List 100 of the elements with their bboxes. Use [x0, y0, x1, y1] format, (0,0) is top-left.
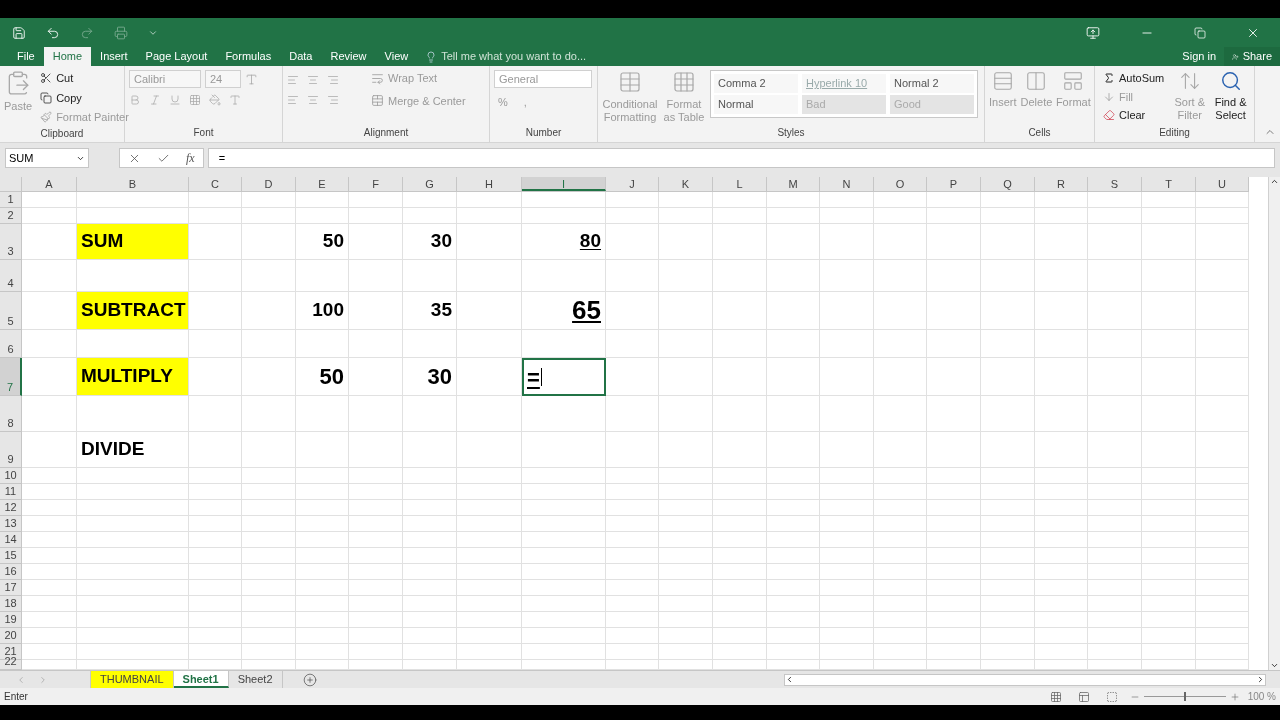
vertical-scrollbar[interactable]	[1268, 177, 1280, 670]
column-header[interactable]: T	[1142, 177, 1196, 191]
formula-field[interactable]: =	[207, 148, 1275, 168]
row-header[interactable]: 4	[0, 260, 22, 292]
column-header[interactable]: J	[606, 177, 659, 191]
row-header[interactable]: 13	[0, 516, 22, 532]
row-header[interactable]: 14	[0, 532, 22, 548]
column-header[interactable]: M	[767, 177, 820, 191]
sign-in-link[interactable]: Sign in	[1174, 47, 1224, 66]
column-header[interactable]: D	[242, 177, 296, 191]
font-color-icon[interactable]	[229, 94, 241, 106]
table-cell[interactable]: MULTIPLY	[77, 358, 189, 396]
ribbon-tab[interactable]: Review	[321, 47, 376, 66]
row-header[interactable]: 3	[0, 224, 22, 260]
find-select-button[interactable]: Find & Select	[1211, 70, 1250, 122]
column-header[interactable]: N	[820, 177, 874, 191]
border-icon[interactable]	[189, 94, 201, 106]
row-header[interactable]: 8	[0, 396, 22, 432]
row-header[interactable]: 18	[0, 596, 22, 612]
column-header[interactable]: E	[296, 177, 349, 191]
row-header[interactable]: 19	[0, 612, 22, 628]
table-cell[interactable]: 50	[296, 358, 349, 396]
save-icon[interactable]	[12, 25, 26, 40]
fill-color-icon[interactable]	[209, 94, 221, 106]
column-header[interactable]: F	[349, 177, 403, 191]
column-header[interactable]: O	[874, 177, 927, 191]
ribbon-tab[interactable]: Home	[43, 47, 92, 66]
tell-me-field[interactable]: Tell me what you want to do...	[425, 47, 612, 66]
cell-style[interactable]: Normal 2	[890, 74, 974, 93]
ribbon-tab[interactable]: File	[8, 47, 44, 66]
align-right-icon[interactable]	[327, 94, 339, 106]
table-cell[interactable]: 30	[403, 358, 457, 396]
italic-icon[interactable]	[149, 94, 161, 106]
table-cell[interactable]: SUM	[77, 224, 189, 260]
row-header[interactable]: 9	[0, 432, 22, 468]
row-header[interactable]: 17	[0, 580, 22, 596]
table-cell[interactable]: SUBTRACT	[77, 292, 189, 330]
row-header[interactable]: 15	[0, 548, 22, 564]
align-top-icon[interactable]	[287, 74, 299, 86]
table-cell[interactable]: =	[522, 358, 606, 396]
undo-icon[interactable]	[46, 25, 60, 40]
column-header[interactable]: A	[22, 177, 77, 191]
column-header[interactable]: K	[659, 177, 713, 191]
clear-button[interactable]: Clear	[1099, 107, 1169, 124]
table-cell[interactable]: 35	[403, 292, 457, 330]
row-header[interactable]: 5	[0, 292, 22, 330]
row-header[interactable]: 7	[0, 358, 22, 396]
table-cell[interactable]: 80	[522, 224, 606, 260]
align-center-icon[interactable]	[307, 94, 319, 106]
zoom-thumb[interactable]	[1183, 692, 1186, 701]
ribbon-tab[interactable]: Formulas	[216, 47, 281, 66]
column-header[interactable]: G	[403, 177, 457, 191]
grow-font-icon[interactable]	[245, 72, 258, 86]
ribbon-tab[interactable]: View	[375, 47, 418, 66]
horizontal-scrollbar[interactable]	[784, 673, 1266, 686]
column-header[interactable]: B	[77, 177, 189, 191]
cell-style[interactable]: Normal	[714, 95, 798, 114]
row-header[interactable]: 10	[0, 468, 22, 484]
name-box[interactable]: SUM	[5, 148, 89, 168]
new-sheet-icon[interactable]	[302, 672, 317, 687]
row-header[interactable]: 11	[0, 484, 22, 500]
row-header[interactable]: 2	[0, 208, 22, 224]
column-header[interactable]: P	[927, 177, 981, 191]
page-layout-view-icon[interactable]	[1077, 690, 1090, 703]
zoom-in-icon[interactable]	[1229, 691, 1240, 702]
sheet-tab[interactable]: Sheet1	[173, 671, 229, 688]
ribbon-display-icon[interactable]	[1086, 25, 1100, 40]
row-header[interactable]: 20	[0, 628, 22, 644]
sheet-tab[interactable]: THUMBNAIL	[91, 671, 174, 688]
ribbon-tab[interactable]: Page Layout	[136, 47, 217, 66]
column-header[interactable]: I	[522, 177, 606, 191]
cell-style[interactable]: Comma 2	[714, 74, 798, 93]
table-cell[interactable]: DIVIDE	[77, 432, 189, 468]
insert-function-button[interactable]: fx	[186, 149, 195, 167]
align-middle-icon[interactable]	[307, 74, 319, 86]
copy-button[interactable]: Copy	[36, 89, 133, 106]
table-cell[interactable]: 65	[522, 292, 606, 330]
column-header[interactable]: U	[1196, 177, 1249, 191]
table-cell[interactable]: 30	[403, 224, 457, 260]
ribbon-tab[interactable]: Insert	[91, 47, 137, 66]
table-cell[interactable]: 50	[296, 224, 349, 260]
page-break-view-icon[interactable]	[1105, 690, 1118, 703]
table-cell[interactable]: 100	[296, 292, 349, 330]
normal-view-icon[interactable]	[1049, 690, 1062, 703]
column-header[interactable]: R	[1035, 177, 1088, 191]
align-bottom-icon[interactable]	[327, 74, 339, 86]
row-header[interactable]: 16	[0, 564, 22, 580]
column-header[interactable]: C	[189, 177, 242, 191]
autosum-button[interactable]: AutoSum	[1099, 70, 1169, 87]
row-header[interactable]: 1	[0, 192, 22, 208]
align-left-icon[interactable]	[287, 94, 299, 106]
share-button[interactable]: Share	[1224, 47, 1280, 66]
column-header[interactable]: L	[713, 177, 767, 191]
column-header[interactable]: S	[1088, 177, 1142, 191]
zoom-slider[interactable]	[1143, 692, 1226, 701]
ribbon-tab[interactable]: Data	[280, 47, 322, 66]
restore-icon[interactable]	[1194, 26, 1206, 39]
underline-icon[interactable]	[169, 94, 181, 106]
bold-icon[interactable]	[129, 94, 141, 106]
row-header[interactable]: 6	[0, 330, 22, 358]
